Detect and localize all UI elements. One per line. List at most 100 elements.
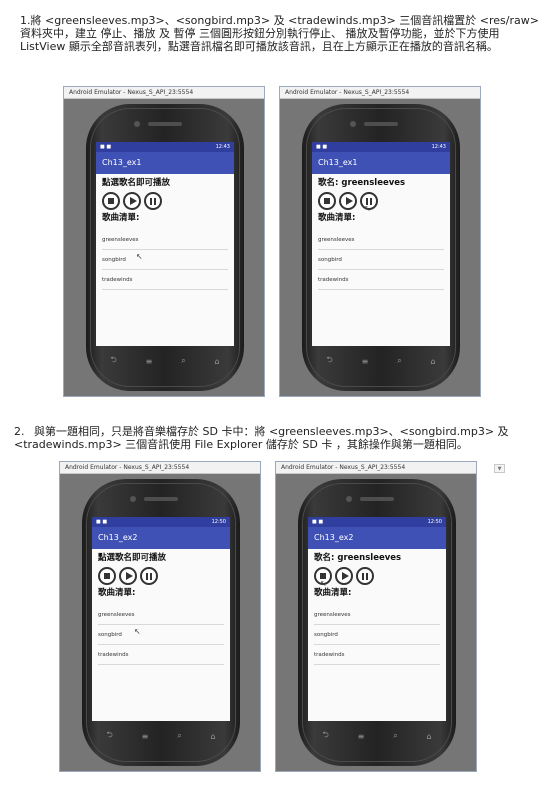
- status-bar: ■ ■ 12:43: [312, 142, 450, 152]
- camera-icon: [346, 496, 352, 502]
- song-list: greensleeves songbird tradewinds: [318, 230, 444, 290]
- question-2-number: 2.: [14, 425, 25, 438]
- list-item[interactable]: greensleeves: [318, 230, 444, 250]
- camera-icon: [134, 121, 140, 127]
- back-icon[interactable]: ⮌: [326, 354, 332, 368]
- menu-icon[interactable]: ≡: [146, 357, 153, 366]
- app-title: Ch13_ex1: [312, 152, 450, 174]
- nav-bar: ⮌ ≡ ⌕ ⌂: [96, 352, 234, 370]
- chevron-down-icon: ▼: [497, 466, 502, 472]
- app-title: Ch13_ex1: [96, 152, 234, 174]
- stop-button[interactable]: [98, 567, 116, 585]
- phone-frame: ■ ■ 12:50 Ch13_ex2 點選歌名即可播放 歌曲清單: greensl…: [82, 479, 240, 766]
- play-icon: [341, 572, 349, 580]
- phone-frame: ■ ■ 12:50 Ch13_ex2 歌名: greensleeves 歌曲清單:…: [298, 479, 456, 766]
- phone-frame: ■ ■ 12:43 Ch13_ex1 歌名: greensleeves 歌曲清單:…: [302, 104, 460, 391]
- search-icon[interactable]: ⌕: [393, 731, 397, 741]
- status-bar: ■ ■ 12:50: [308, 517, 446, 527]
- back-icon[interactable]: ⮌: [110, 354, 116, 368]
- nav-bar: ⮌ ≡ ⌕ ⌂: [312, 352, 450, 370]
- search-icon[interactable]: ⌕: [397, 356, 401, 366]
- search-icon[interactable]: ⌕: [177, 731, 181, 741]
- app-title: Ch13_ex2: [92, 527, 230, 549]
- list-header: 歌曲清單:: [102, 213, 140, 223]
- play-button[interactable]: [119, 567, 137, 585]
- pause-button[interactable]: [356, 567, 374, 585]
- song-list: greensleeves songbird tradewinds: [102, 230, 228, 290]
- song-heading: 點選歌名即可播放: [98, 553, 167, 563]
- emulator-title: Android Emulator - Nexus_S_API_23:5554: [280, 87, 480, 99]
- song-list: greensleeves songbird tradewinds: [98, 605, 224, 665]
- list-item[interactable]: tradewinds: [102, 270, 228, 290]
- pause-button[interactable]: [144, 192, 162, 210]
- stop-icon: [324, 198, 330, 204]
- question-1-text: 1.將 <greensleeves.mp3>、<songbird.mp3> 及 …: [20, 14, 539, 53]
- home-icon[interactable]: ⌂: [215, 357, 220, 366]
- stop-button[interactable]: [318, 192, 336, 210]
- phone-screen: ■ ■ 12:43 Ch13_ex1 歌名: greensleeves 歌曲清單:…: [312, 142, 450, 346]
- search-icon[interactable]: ⌕: [181, 356, 185, 366]
- emulator-title: Android Emulator - Nexus_S_API_23:5554: [60, 462, 260, 474]
- phone-screen: ■ ■ 12:50 Ch13_ex2 點選歌名即可播放 歌曲清單: greensl…: [92, 517, 230, 721]
- list-item[interactable]: tradewinds: [318, 270, 444, 290]
- list-item[interactable]: tradewinds: [314, 645, 440, 665]
- pause-button[interactable]: [140, 567, 158, 585]
- list-item[interactable]: songbird: [102, 250, 228, 270]
- home-icon[interactable]: ⌂: [427, 732, 432, 741]
- pause-icon: [150, 197, 156, 205]
- phone-screen: ■ ■ 12:43 Ch13_ex1 點選歌名即可播放 歌曲清單: greensl…: [96, 142, 234, 346]
- list-item[interactable]: tradewinds: [98, 645, 224, 665]
- back-icon[interactable]: ⮌: [106, 729, 112, 743]
- pause-icon: [362, 572, 368, 580]
- dropdown-toggle[interactable]: ▼: [494, 464, 505, 473]
- list-item[interactable]: songbird: [314, 625, 440, 645]
- question-2-body: 與第一題相同，只是將音樂檔存於 SD 卡中：將 <greensleeves.mp…: [14, 425, 509, 451]
- cursor-icon: ↖: [134, 627, 141, 636]
- phone-frame: ■ ■ 12:43 Ch13_ex1 點選歌名即可播放 歌曲清單: greensl…: [86, 104, 244, 391]
- song-heading: 歌名: greensleeves: [318, 178, 406, 188]
- song-heading: 點選歌名即可播放: [102, 178, 171, 188]
- pause-icon: [146, 572, 152, 580]
- status-bar: ■ ■ 12:50: [92, 517, 230, 527]
- play-button[interactable]: [335, 567, 353, 585]
- emulator-title: Android Emulator - Nexus_S_API_23:5554: [64, 87, 264, 99]
- camera-icon: [130, 496, 136, 502]
- list-item[interactable]: greensleeves: [98, 605, 224, 625]
- camera-icon: [350, 121, 356, 127]
- list-item[interactable]: songbird: [98, 625, 224, 645]
- emulator-window-2: Android Emulator - Nexus_S_API_23:5554 ■…: [279, 86, 481, 397]
- play-button[interactable]: [339, 192, 357, 210]
- play-icon: [345, 197, 353, 205]
- status-time: 12:43: [431, 144, 446, 150]
- cursor-icon: ↖: [320, 579, 327, 588]
- list-header: 歌曲清單:: [318, 213, 356, 223]
- list-item[interactable]: songbird: [318, 250, 444, 270]
- list-header: 歌曲清單:: [314, 588, 352, 598]
- stop-icon: [104, 573, 110, 579]
- play-button[interactable]: [123, 192, 141, 210]
- app-title: Ch13_ex2: [308, 527, 446, 549]
- home-icon[interactable]: ⌂: [431, 357, 436, 366]
- menu-icon[interactable]: ≡: [142, 732, 149, 741]
- emulator-window-3: Android Emulator - Nexus_S_API_23:5554 ■…: [59, 461, 261, 772]
- status-time: 12:50: [211, 519, 226, 525]
- list-item[interactable]: greensleeves: [102, 230, 228, 250]
- back-icon[interactable]: ⮌: [322, 729, 328, 743]
- menu-icon[interactable]: ≡: [362, 357, 369, 366]
- cursor-icon: ↖: [136, 252, 143, 261]
- menu-icon[interactable]: ≡: [358, 732, 365, 741]
- status-bar: ■ ■ 12:43: [96, 142, 234, 152]
- song-list: greensleeves songbird tradewinds: [314, 605, 440, 665]
- status-time: 12:50: [427, 519, 442, 525]
- home-icon[interactable]: ⌂: [211, 732, 216, 741]
- nav-bar: ⮌ ≡ ⌕ ⌂: [92, 727, 230, 745]
- song-heading: 歌名: greensleeves: [314, 553, 402, 563]
- phone-screen: ■ ■ 12:50 Ch13_ex2 歌名: greensleeves 歌曲清單:…: [308, 517, 446, 721]
- play-icon: [129, 197, 137, 205]
- status-time: 12:43: [215, 144, 230, 150]
- emulator-title: Android Emulator - Nexus_S_API_23:5554: [276, 462, 476, 474]
- list-item[interactable]: greensleeves: [314, 605, 440, 625]
- emulator-window-4: Android Emulator - Nexus_S_API_23:5554 ■…: [275, 461, 477, 772]
- stop-button[interactable]: [102, 192, 120, 210]
- list-header: 歌曲清單:: [98, 588, 136, 598]
